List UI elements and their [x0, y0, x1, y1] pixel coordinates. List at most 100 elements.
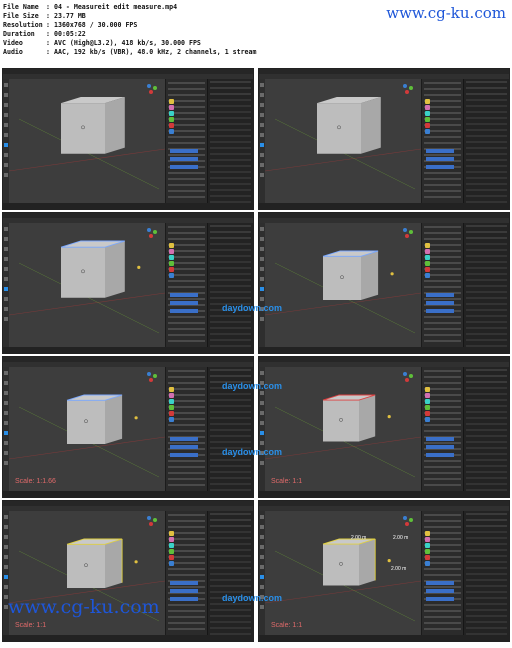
timeline-bar[interactable] — [259, 203, 509, 209]
timeline-bar[interactable] — [3, 203, 253, 209]
color-swatch[interactable] — [425, 105, 430, 110]
video-thumbnail[interactable] — [2, 212, 254, 354]
outliner-properties-panel[interactable] — [463, 367, 509, 497]
3d-viewport[interactable] — [265, 79, 421, 203]
video-thumbnail[interactable]: Scale: 1:1 — [258, 356, 510, 498]
color-swatch[interactable] — [425, 99, 430, 104]
panel-button[interactable] — [426, 589, 454, 593]
video-thumbnail[interactable] — [2, 68, 254, 210]
color-swatch[interactable] — [425, 393, 430, 398]
measureit-side-panel[interactable] — [421, 223, 463, 347]
color-swatch[interactable] — [169, 549, 174, 554]
color-swatch[interactable] — [425, 111, 430, 116]
color-swatch[interactable] — [169, 561, 174, 566]
color-swatch[interactable] — [425, 249, 430, 254]
panel-button[interactable] — [170, 597, 198, 601]
measureit-side-panel[interactable] — [165, 223, 207, 347]
timeline-bar[interactable] — [259, 347, 509, 353]
3d-viewport[interactable] — [265, 223, 421, 347]
color-swatch[interactable] — [169, 129, 174, 134]
navigation-gizmo-icon[interactable] — [141, 82, 161, 102]
color-swatch[interactable] — [425, 543, 430, 548]
navigation-gizmo-icon[interactable] — [397, 226, 417, 246]
outliner-properties-panel[interactable] — [207, 511, 253, 641]
panel-button[interactable] — [170, 581, 198, 585]
color-swatch[interactable] — [169, 243, 174, 248]
video-thumbnail[interactable] — [258, 212, 510, 354]
video-thumbnail[interactable]: Scale: 1:1.66 — [2, 356, 254, 498]
panel-button[interactable] — [170, 309, 198, 313]
color-swatch[interactable] — [425, 117, 430, 122]
color-swatch[interactable] — [425, 531, 430, 536]
measureit-side-panel[interactable] — [421, 367, 463, 491]
outliner-properties-panel[interactable] — [207, 79, 253, 209]
color-swatch[interactable] — [169, 417, 174, 422]
color-swatch[interactable] — [169, 111, 174, 116]
panel-button[interactable] — [170, 589, 198, 593]
timeline-bar[interactable] — [3, 635, 253, 641]
measureit-side-panel[interactable] — [421, 79, 463, 203]
outliner-properties-panel[interactable] — [463, 511, 509, 641]
panel-button[interactable] — [426, 309, 454, 313]
color-swatch[interactable] — [169, 99, 174, 104]
color-swatch[interactable] — [169, 537, 174, 542]
navigation-gizmo-icon[interactable] — [397, 370, 417, 390]
color-swatch[interactable] — [169, 405, 174, 410]
measureit-side-panel[interactable] — [421, 511, 463, 635]
panel-button[interactable] — [426, 453, 454, 457]
panel-button[interactable] — [426, 301, 454, 305]
color-swatch[interactable] — [169, 261, 174, 266]
color-swatch[interactable] — [169, 411, 174, 416]
panel-button[interactable] — [426, 293, 454, 297]
color-swatch[interactable] — [425, 129, 430, 134]
timeline-bar[interactable] — [3, 491, 253, 497]
color-swatch[interactable] — [169, 105, 174, 110]
panel-button[interactable] — [426, 597, 454, 601]
color-swatch[interactable] — [425, 411, 430, 416]
color-swatch[interactable] — [425, 261, 430, 266]
color-swatch[interactable] — [169, 393, 174, 398]
color-swatch[interactable] — [425, 255, 430, 260]
navigation-gizmo-icon[interactable] — [141, 514, 161, 534]
outliner-properties-panel[interactable] — [463, 79, 509, 209]
color-swatch[interactable] — [169, 117, 174, 122]
color-swatch[interactable] — [425, 243, 430, 248]
panel-button[interactable] — [426, 437, 454, 441]
color-swatch[interactable] — [169, 543, 174, 548]
color-swatch[interactable] — [425, 387, 430, 392]
color-swatch[interactable] — [169, 555, 174, 560]
color-swatch[interactable] — [169, 123, 174, 128]
measureit-side-panel[interactable] — [165, 367, 207, 491]
navigation-gizmo-icon[interactable] — [141, 226, 161, 246]
panel-button[interactable] — [426, 445, 454, 449]
color-swatch[interactable] — [169, 249, 174, 254]
color-swatch[interactable] — [425, 405, 430, 410]
panel-button[interactable] — [426, 165, 454, 169]
navigation-gizmo-icon[interactable] — [141, 370, 161, 390]
panel-button[interactable] — [170, 445, 198, 449]
color-swatch[interactable] — [425, 549, 430, 554]
3d-viewport[interactable] — [9, 79, 165, 203]
color-swatch[interactable] — [425, 417, 430, 422]
panel-button[interactable] — [426, 157, 454, 161]
timeline-bar[interactable] — [259, 491, 509, 497]
color-swatch[interactable] — [169, 387, 174, 392]
panel-button[interactable] — [170, 293, 198, 297]
outliner-properties-panel[interactable] — [207, 223, 253, 353]
color-swatch[interactable] — [425, 273, 430, 278]
color-swatch[interactable] — [425, 561, 430, 566]
video-thumbnail[interactable]: Scale: 1:1 2.00 m 2.00 m 2.00 m — [258, 500, 510, 642]
outliner-properties-panel[interactable] — [463, 223, 509, 353]
color-swatch[interactable] — [425, 123, 430, 128]
video-thumbnail[interactable]: Scale: 1:1 — [2, 500, 254, 642]
color-swatch[interactable] — [425, 537, 430, 542]
timeline-bar[interactable] — [259, 635, 509, 641]
color-swatch[interactable] — [169, 255, 174, 260]
panel-button[interactable] — [170, 149, 198, 153]
navigation-gizmo-icon[interactable] — [397, 82, 417, 102]
panel-button[interactable] — [426, 581, 454, 585]
timeline-bar[interactable] — [3, 347, 253, 353]
3d-viewport[interactable]: Scale: 1:1 2.00 m 2.00 m 2.00 m — [265, 511, 421, 635]
color-swatch[interactable] — [169, 531, 174, 536]
color-swatch[interactable] — [169, 399, 174, 404]
